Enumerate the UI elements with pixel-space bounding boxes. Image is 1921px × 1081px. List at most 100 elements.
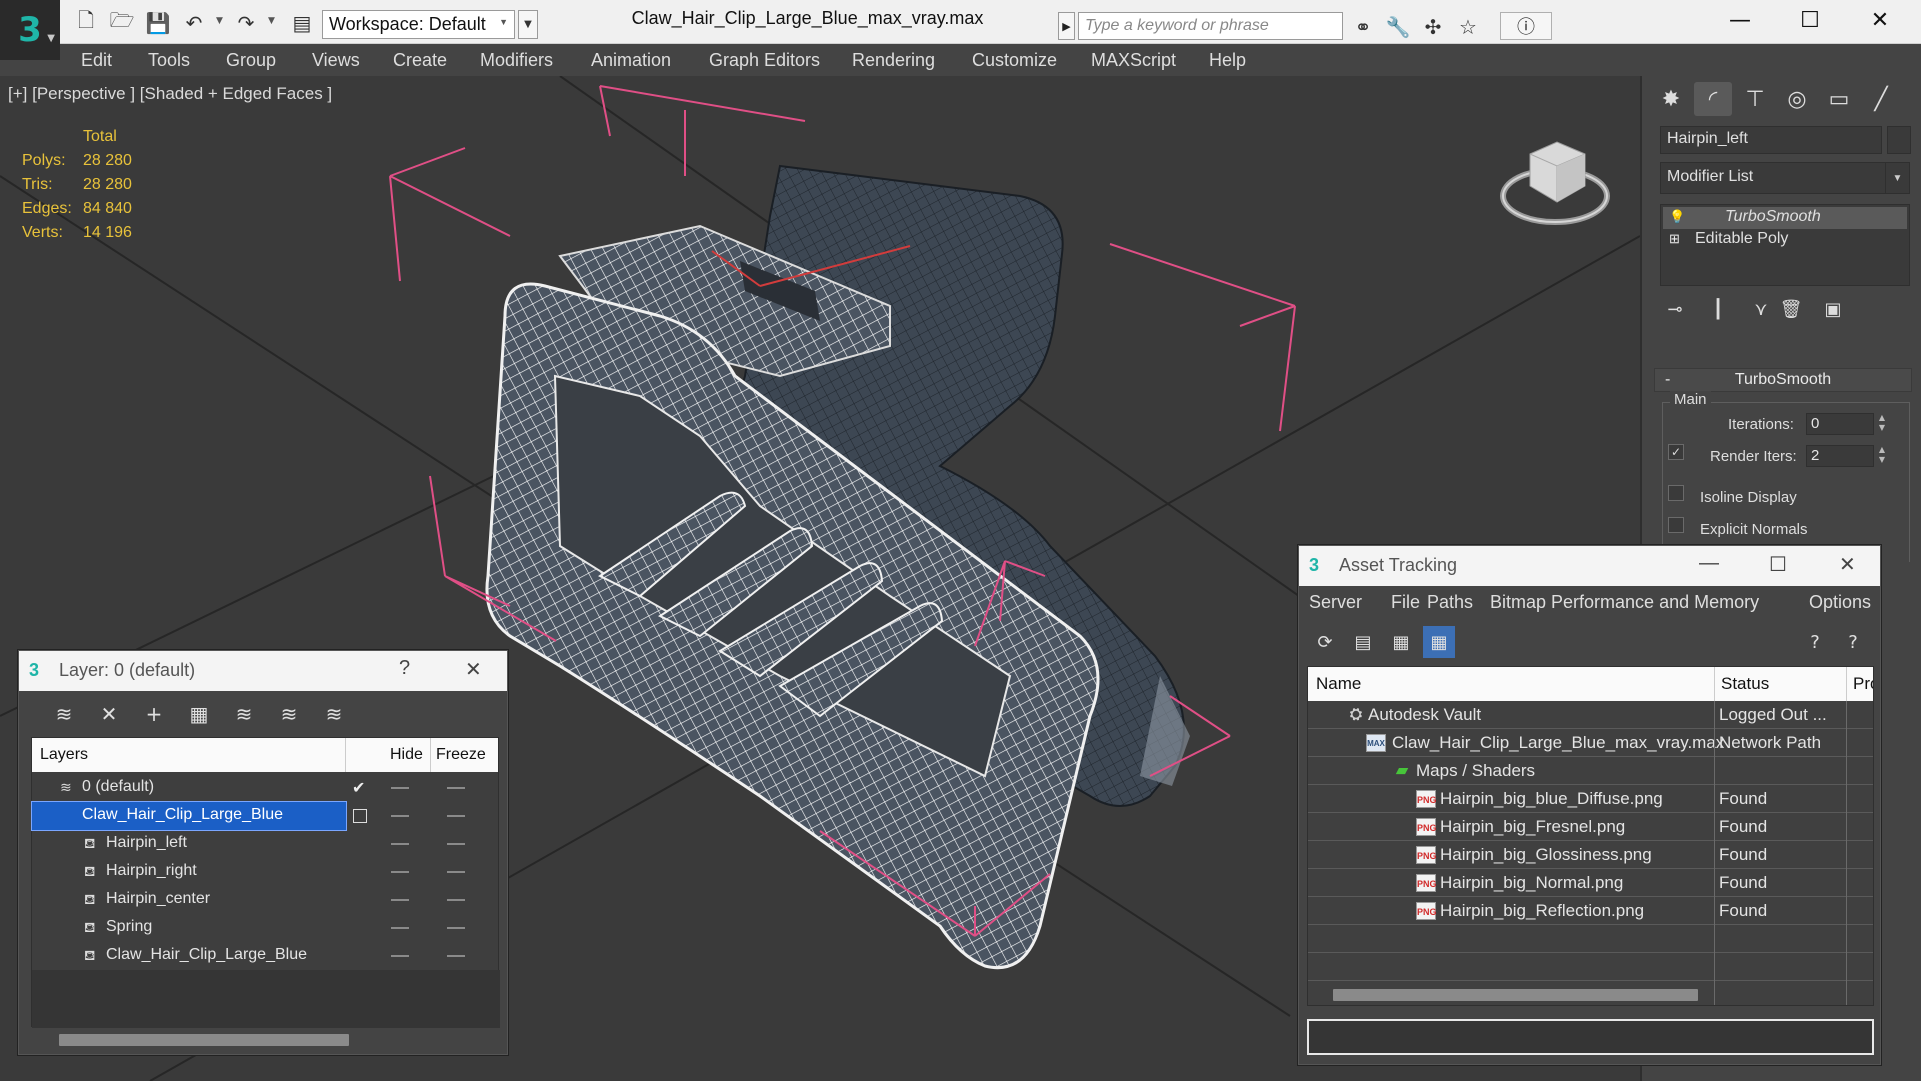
workspace-menu-button[interactable]: ▼ [518,10,538,39]
freeze-toggle[interactable] [447,871,465,873]
column-proxy[interactable]: Pro [1853,674,1873,694]
close-dialog-button[interactable]: ✕ [1839,552,1856,577]
asset-row[interactable]: PNG Hairpin_big_Glossiness.png Found [1308,841,1873,869]
table-view-icon[interactable]: ▦ [1423,626,1455,658]
hide-toggle[interactable] [391,927,409,929]
turbosmooth-rollout-header[interactable]: - TurboSmooth [1654,368,1912,392]
utilities-tab-icon[interactable]: ╱ [1862,82,1900,116]
minimize-button[interactable]: — [1705,0,1775,40]
help-button[interactable]: ⓘ [1500,12,1552,40]
freeze-toggle[interactable] [447,899,465,901]
workspace-selector[interactable]: Workspace: Default ▼ [322,10,515,39]
add-to-layer-icon[interactable]: + [139,699,169,729]
freeze-toggle[interactable] [447,843,465,845]
layer-row[interactable]: ⛾ Hairpin_right [32,858,500,886]
hide-toggle[interactable] [391,787,409,789]
show-end-result-icon[interactable]: ┃ [1705,296,1731,322]
list-view-icon[interactable]: ▤ [1347,626,1379,658]
layer-row[interactable]: ≋ 0 (default) ✔ [32,774,500,802]
tree-view-icon[interactable]: ▦ [1385,626,1417,658]
column-name[interactable]: Name [1316,674,1361,694]
search-expand-button[interactable]: ▶ [1058,12,1075,40]
menu-modifiers[interactable]: Modifiers [480,50,553,71]
configure-sets-icon[interactable]: ▣ [1820,296,1846,322]
viewcube-icon[interactable] [1495,124,1615,234]
menu-edit[interactable]: Edit [81,50,112,71]
signal-icon[interactable]: ✣ [1418,12,1448,42]
freeze-toggle[interactable] [447,927,465,929]
highlight-layer-icon[interactable]: ≋ [229,699,259,729]
freeze-toggle[interactable] [447,787,465,789]
context-help-icon[interactable]: ? [1837,626,1869,658]
binoculars-icon[interactable]: ⚭ [1348,12,1378,42]
undo-icon[interactable]: ↶ [180,9,208,37]
object-color-swatch[interactable] [1887,126,1911,154]
asset-row[interactable]: PNG Hairpin_big_blue_Diffuse.png Found [1308,785,1873,813]
create-tab-icon[interactable]: ✸ [1652,82,1690,116]
minimize-button[interactable]: — [1699,552,1719,575]
stack-item-turbosmooth[interactable]: 💡 TurboSmooth [1663,207,1907,229]
menu-tools[interactable]: Tools [148,50,190,71]
save-file-icon[interactable]: 💾 [144,9,172,37]
maximize-button[interactable]: ☐ [1769,552,1787,577]
layer-row[interactable]: − ≋ Claw_Hair_Clip_Large_Blue [31,801,500,831]
menu-options[interactable]: Options [1809,592,1871,613]
star-icon[interactable]: ☆ [1453,12,1483,42]
display-tab-icon[interactable]: ▭ [1820,82,1858,116]
help-icon[interactable]: ? [1799,626,1831,658]
freeze-all-layers-icon[interactable]: ≋ [319,699,349,729]
iterations-spinner[interactable]: 0 [1806,413,1874,435]
menu-customize[interactable]: Customize [972,50,1057,71]
app-menu-button[interactable]: 3 ▼ [0,0,60,60]
project-folder-icon[interactable]: ▤ [288,9,316,37]
asset-row[interactable]: PNG Hairpin_big_Fresnel.png Found [1308,813,1873,841]
isoline-display-checkbox[interactable] [1668,485,1684,501]
asset-row[interactable]: PNG Hairpin_big_Reflection.png Found [1308,897,1873,925]
hide-toggle[interactable] [391,843,409,845]
asset-dialog-titlebar[interactable]: 3 Asset Tracking — ☐ ✕ [1299,546,1880,586]
asset-row[interactable]: ⛭ Autodesk Vault Logged Out ... [1308,701,1873,729]
layer-row[interactable]: ⛾ Hairpin_left [32,830,500,858]
menu-paths[interactable]: Paths [1427,592,1473,613]
menu-graph-editors[interactable]: Graph Editors [709,50,820,71]
create-layer-icon[interactable]: ≋ [49,699,79,729]
maximize-button[interactable]: ☐ [1775,0,1845,40]
menu-animation[interactable]: Animation [591,50,671,71]
menu-file[interactable]: File [1391,592,1420,613]
delete-layer-icon[interactable]: ✕ [94,699,124,729]
menu-server[interactable]: Server [1309,592,1362,613]
menu-help[interactable]: Help [1209,50,1246,71]
lightbulb-icon[interactable]: 💡 [1669,209,1685,225]
hide-all-layers-icon[interactable]: ≋ [274,699,304,729]
new-file-icon[interactable]: 🗋 [72,8,100,37]
set-current-layer-toggle[interactable] [353,809,367,823]
layer-dialog-titlebar[interactable]: 3 Layer: 0 (default) ? ✕ [19,651,507,691]
freeze-toggle[interactable] [447,955,465,957]
column-hide[interactable]: Hide [390,746,423,764]
menu-views[interactable]: Views [312,50,360,71]
spinner-arrows-icon[interactable]: ▲ ▼ [1876,445,1888,467]
open-file-icon[interactable]: 🗁 [108,8,136,37]
layer-row[interactable]: ⛾ Spring [32,914,500,942]
column-freeze[interactable]: Freeze [436,746,486,764]
asset-row[interactable]: MAX Claw_Hair_Clip_Large_Blue_max_vray.m… [1308,729,1873,757]
modifier-list-dropdown[interactable]: Modifier List ▼ [1660,162,1910,194]
menu-create[interactable]: Create [393,50,447,71]
undo-dropdown-icon[interactable]: ▼ [216,16,226,26]
motion-tab-icon[interactable]: ◎ [1778,82,1816,116]
hide-toggle[interactable] [391,899,409,901]
hide-toggle[interactable] [391,871,409,873]
render-iters-checkbox[interactable]: ✓ [1668,444,1684,460]
hide-toggle[interactable] [391,815,409,817]
layer-row[interactable]: ⛾ Hairpin_center [32,886,500,914]
menu-maxscript[interactable]: MAXScript [1091,50,1176,71]
asset-row[interactable]: PNG Hairpin_big_Normal.png Found [1308,869,1873,897]
select-layer-objects-icon[interactable]: ▦ [184,699,214,729]
stack-item-editable-poly[interactable]: ⊞ Editable Poly [1663,229,1907,251]
remove-modifier-icon[interactable]: 🗑 [1778,296,1804,322]
freeze-toggle[interactable] [447,815,465,817]
make-unique-icon[interactable]: ⋎ [1748,296,1774,322]
asset-row[interactable]: ▰ Maps / Shaders [1308,757,1873,785]
close-dialog-button[interactable]: ✕ [465,657,482,682]
object-name-field[interactable]: Hairpin_left [1660,126,1882,154]
